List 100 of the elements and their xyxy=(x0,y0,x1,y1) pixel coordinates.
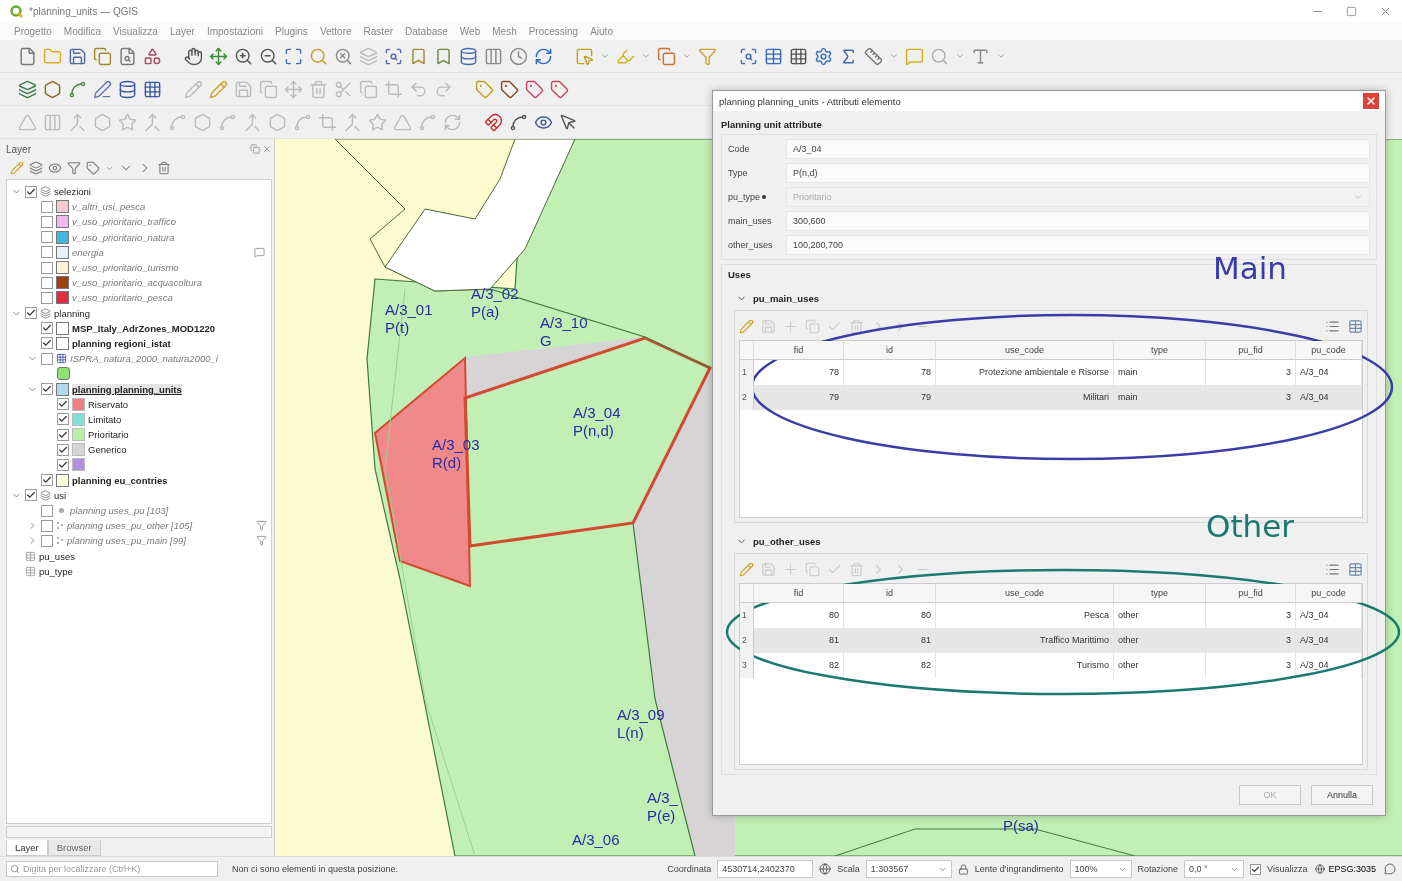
filter-icon[interactable] xyxy=(256,520,267,532)
triangle-icon[interactable] xyxy=(393,112,412,132)
merge-icon[interactable] xyxy=(68,112,87,132)
search-icon[interactable] xyxy=(309,46,328,66)
columns-icon[interactable] xyxy=(484,46,503,66)
tag-icon[interactable] xyxy=(525,79,544,99)
layer-checkbox[interactable] xyxy=(57,398,69,411)
layer-name[interactable]: v_uso_prioritario_traffico xyxy=(72,216,177,228)
layer-checkbox[interactable] xyxy=(41,291,53,304)
tag-icon[interactable] xyxy=(500,79,519,99)
table-view-icon[interactable] xyxy=(1348,561,1363,577)
crs-button[interactable]: EPSG:3035 xyxy=(1313,864,1378,874)
caret-icon[interactable] xyxy=(996,51,1006,61)
database-icon[interactable] xyxy=(118,79,137,99)
messages-icon[interactable] xyxy=(1384,863,1396,875)
table-corner[interactable] xyxy=(740,341,754,360)
crs-icon[interactable] xyxy=(819,863,832,875)
layer-checkbox[interactable] xyxy=(57,443,69,456)
layer-checkbox[interactable] xyxy=(41,519,53,532)
layer-name[interactable]: planning uses_pu [103] xyxy=(70,505,169,517)
pen-icon[interactable] xyxy=(93,79,112,99)
column-header[interactable]: pu_fid xyxy=(1206,584,1296,603)
caret-icon[interactable] xyxy=(955,51,965,61)
row-number[interactable]: 1 xyxy=(740,360,754,385)
copy-icon[interactable] xyxy=(93,46,112,66)
layer-name[interactable]: v_altri_usi_pesca xyxy=(72,201,146,213)
rotation-spin-box[interactable]: 0,0 ° xyxy=(1184,860,1245,878)
zoom-in-icon[interactable] xyxy=(234,46,253,66)
layer-checkbox[interactable] xyxy=(41,322,53,335)
layer-name[interactable]: planning planning_units xyxy=(72,383,182,395)
coordinate-field[interactable]: 4530714,2402370 xyxy=(717,860,814,878)
maximize-icon[interactable] xyxy=(1346,5,1357,17)
layer-checkbox[interactable] xyxy=(57,428,69,441)
menu-item[interactable]: Vettore xyxy=(319,25,352,37)
toolbar-icon[interactable] xyxy=(849,318,864,334)
filter-icon[interactable] xyxy=(698,46,717,66)
table-icon[interactable] xyxy=(764,46,783,66)
row-number[interactable]: 2 xyxy=(740,628,754,653)
magnet-icon[interactable] xyxy=(484,112,503,132)
menu-item[interactable]: Aiuto xyxy=(590,25,613,37)
copy-icon[interactable] xyxy=(259,79,278,99)
layer-checkbox[interactable] xyxy=(57,413,69,426)
clock-icon[interactable] xyxy=(509,46,528,66)
layers-icon[interactable] xyxy=(29,161,43,175)
scissors-icon[interactable] xyxy=(334,79,353,99)
lock-icon[interactable] xyxy=(957,863,969,875)
layer-checkbox[interactable] xyxy=(41,231,53,244)
file-search-icon[interactable] xyxy=(118,46,137,66)
layer-name[interactable]: ISPRA_natura_2000_natura2000_i xyxy=(70,353,218,365)
select-icon[interactable] xyxy=(575,46,594,66)
list-view-icon[interactable] xyxy=(1325,318,1340,334)
layer-checkbox[interactable] xyxy=(41,246,53,259)
eye-icon[interactable] xyxy=(48,161,62,175)
column-header[interactable]: id xyxy=(844,584,936,603)
pointer-icon[interactable] xyxy=(559,112,578,132)
column-header[interactable]: pu_code xyxy=(1296,341,1362,360)
group-name[interactable]: selezioni xyxy=(54,186,91,198)
dialog-button[interactable]: Annulla xyxy=(1311,785,1373,805)
menu-item[interactable]: Processing xyxy=(528,25,579,37)
columns-icon[interactable] xyxy=(43,112,62,132)
remove-icon[interactable] xyxy=(157,161,171,175)
ruler-icon[interactable] xyxy=(864,46,883,66)
menu-item[interactable]: Web xyxy=(459,25,481,37)
layer-checkbox[interactable] xyxy=(25,307,37,320)
layer-name[interactable]: v_uso_prioritario_acquacoltura xyxy=(72,277,202,289)
render-checkbox[interactable] xyxy=(1250,863,1262,875)
layer-name[interactable]: Riservato xyxy=(88,398,129,410)
text-icon[interactable] xyxy=(971,46,990,66)
menu-item[interactable]: Modifica xyxy=(63,25,102,37)
merge-icon[interactable] xyxy=(343,112,362,132)
layer-checkbox[interactable] xyxy=(25,185,37,198)
pencil-icon[interactable] xyxy=(739,318,754,334)
column-header[interactable]: fid xyxy=(754,341,844,360)
layer-checkbox[interactable] xyxy=(41,383,53,396)
scan-search-icon[interactable] xyxy=(384,46,403,66)
move-icon[interactable] xyxy=(284,79,303,99)
caret-icon[interactable] xyxy=(889,51,899,61)
column-header[interactable]: use_code xyxy=(936,584,1114,603)
comment-icon[interactable] xyxy=(905,46,924,66)
tag-icon[interactable] xyxy=(86,161,100,175)
menu-item[interactable]: Raster xyxy=(363,25,394,37)
pencil-icon[interactable] xyxy=(209,79,228,99)
move-icon[interactable] xyxy=(209,46,228,66)
locator-search-field[interactable]: Digita per localizzare (Ctrl+K) xyxy=(6,861,218,877)
layer-checkbox[interactable] xyxy=(41,352,53,365)
grid-icon[interactable] xyxy=(789,46,808,66)
caret-icon[interactable] xyxy=(682,51,692,61)
layer-name[interactable]: Limitato xyxy=(88,413,122,425)
spline-icon[interactable] xyxy=(68,79,87,99)
text-field[interactable]: 300,600 xyxy=(786,211,1370,231)
settings-icon[interactable] xyxy=(814,46,833,66)
menu-item[interactable]: Progetto xyxy=(14,25,52,37)
layer-name[interactable]: v_uso_prioritario_turismo xyxy=(72,262,179,274)
refresh-icon[interactable] xyxy=(534,46,553,66)
text-field[interactable]: 100,200,700 xyxy=(786,235,1370,255)
menu-item[interactable]: Plugins xyxy=(275,25,308,37)
layer-name[interactable]: Prioritario xyxy=(88,429,129,441)
scale-combo-box[interactable]: 1:303567 xyxy=(865,860,952,878)
menu-item[interactable]: Database xyxy=(405,25,448,37)
column-header[interactable]: use_code xyxy=(936,341,1114,360)
